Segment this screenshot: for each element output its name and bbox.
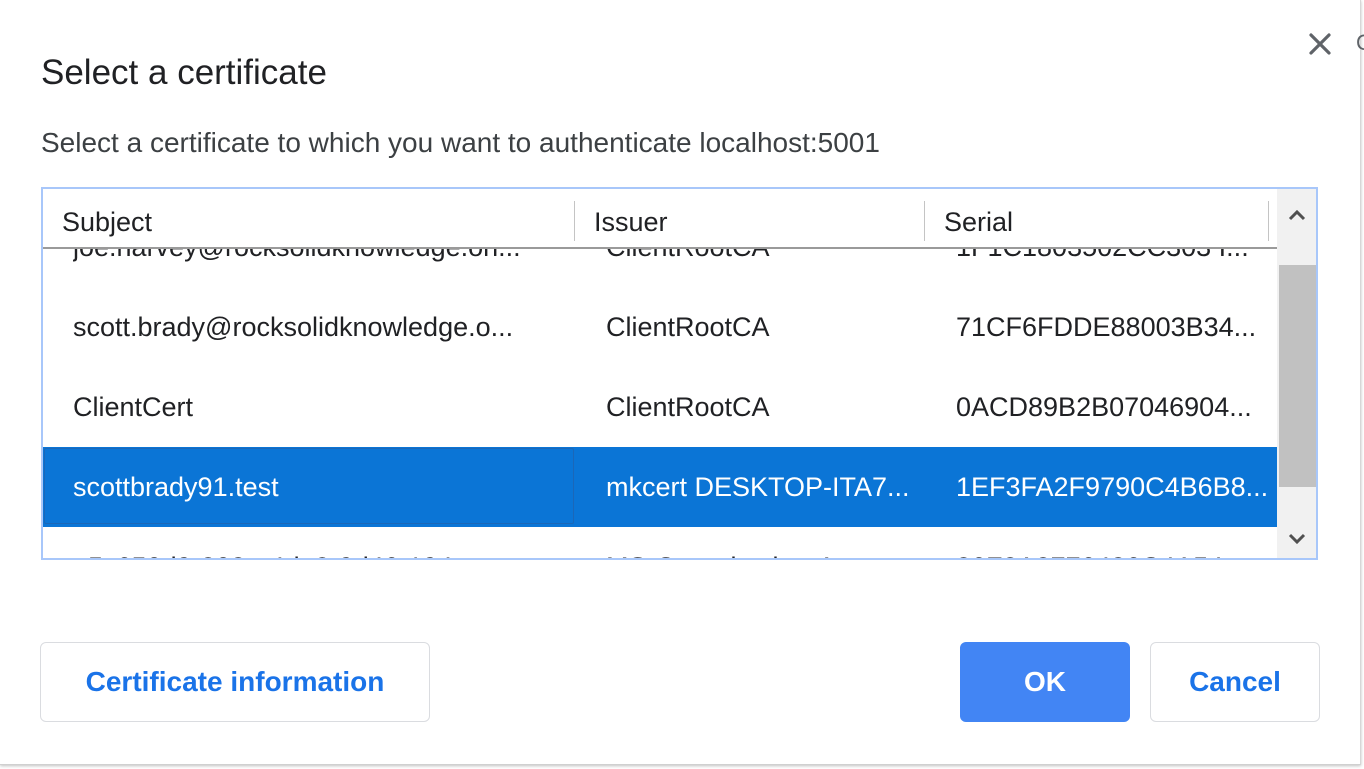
- chevron-up-icon: [1288, 209, 1305, 221]
- scroll-up-button[interactable]: [1277, 195, 1316, 235]
- ok-button[interactable]: OK: [960, 642, 1130, 722]
- cell-subject: ClientCert: [73, 392, 194, 422]
- cell-serial: 0ACD89B2B07046904...: [956, 392, 1252, 422]
- scroll-thumb[interactable]: [1279, 265, 1316, 487]
- cell-subject: a5c650d9-803a-4de8-9d46-194...: [73, 527, 567, 558]
- cell-serial: 1EF3FA2F9790C4B6B8...: [956, 472, 1269, 502]
- table-header: Subject Issuer Serial: [43, 189, 1277, 249]
- dialog-subtitle: Select a certificate to which you want t…: [41, 127, 880, 158]
- cancel-button[interactable]: Cancel: [1150, 642, 1320, 722]
- chevron-down-icon: [1288, 533, 1305, 545]
- close-icon: [1309, 33, 1331, 55]
- column-header-issuer[interactable]: Issuer: [594, 189, 668, 247]
- column-header-subject[interactable]: Subject: [62, 189, 152, 247]
- cell-issuer: MS-Organization-A...: [606, 527, 924, 558]
- table-row[interactable]: ClientCert ClientRootCA 0ACD89B2B0704690…: [43, 367, 1277, 447]
- column-divider[interactable]: [924, 201, 925, 241]
- dialog-title: Select a certificate: [41, 53, 327, 92]
- certificate-list[interactable]: Subject Issuer Serial joe.harvey@rocksol…: [41, 187, 1318, 560]
- certificate-information-button[interactable]: Certificate information: [40, 642, 430, 722]
- cell-issuer: ClientRootCA: [606, 392, 770, 422]
- vertical-scrollbar[interactable]: [1277, 189, 1316, 558]
- column-divider[interactable]: [574, 201, 575, 241]
- cell-subject: scott.brady@rocksolidknowledge.o...: [73, 312, 514, 342]
- column-divider: [1268, 201, 1269, 241]
- cell-serial: 36F2A3776436C4A54...: [956, 527, 1272, 558]
- table-row[interactable]: scott.brady@rocksolidknowledge.o... Clie…: [43, 287, 1277, 367]
- close-button[interactable]: [1302, 26, 1338, 62]
- cell-serial: 71CF6FDDE88003B34...: [956, 312, 1257, 342]
- cell-issuer: ClientRootCA: [606, 312, 770, 342]
- certificate-dialog: C Select a certificate Select a certific…: [0, 0, 1364, 765]
- scroll-down-button[interactable]: [1277, 519, 1316, 558]
- cell-issuer: mkcert DESKTOP-ITA7...: [606, 472, 910, 502]
- table-row[interactable]: a5c650d9-803a-4de8-9d46-194... MS-Organi…: [43, 527, 1277, 558]
- table-row-selected[interactable]: scottbrady91.test mkcert DESKTOP-ITA7...…: [43, 447, 1277, 527]
- cell-subject: scottbrady91.test: [73, 472, 279, 502]
- column-header-serial[interactable]: Serial: [944, 189, 1013, 247]
- background-edge-glyph: C: [1356, 30, 1364, 55]
